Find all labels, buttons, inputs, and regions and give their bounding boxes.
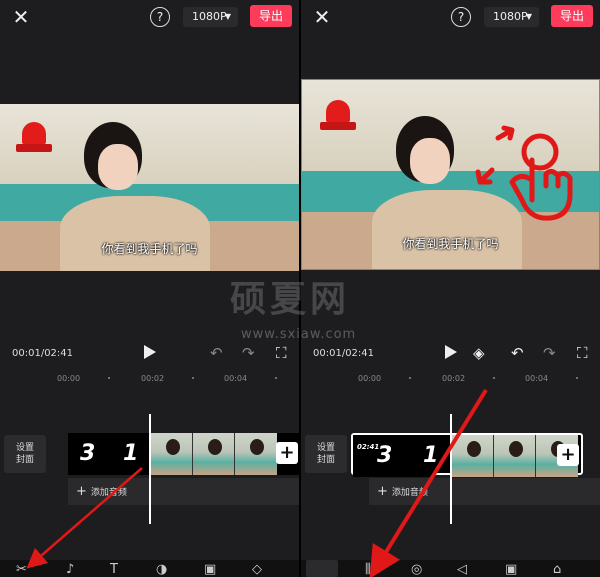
fullscreen-icon[interactable]: ⛶: [276, 344, 287, 362]
time-ruler: 00:00 00:02 00:04: [301, 372, 600, 390]
caret-down-icon: ▼: [224, 12, 231, 21]
clip-duration: 02:41: [357, 443, 380, 451]
add-audio-label: 添加音频: [391, 488, 428, 498]
cover-label: 设置 封面: [15, 443, 34, 465]
sticker-icon[interactable]: ◑: [156, 562, 167, 577]
export-button[interactable]: 导出: [250, 5, 292, 27]
add-audio-button[interactable]: + 添加音频: [369, 478, 600, 505]
speed-icon[interactable]: ◎: [411, 562, 422, 577]
close-icon[interactable]: ✕: [10, 6, 32, 28]
ruler-mark: 00:02: [442, 374, 466, 383]
playback-time: 00:01/02:41: [313, 348, 375, 359]
clip-thumbnail: [493, 435, 536, 477]
clip-thumbnail: [451, 435, 494, 477]
add-audio-button[interactable]: + 添加音频: [68, 478, 299, 505]
playhead[interactable]: [149, 414, 151, 524]
time-ruler: 00:00 00:02 00:04: [0, 372, 299, 390]
set-cover-button[interactable]: 设置 封面: [4, 435, 46, 473]
export-button[interactable]: 导出: [551, 5, 593, 27]
video-preview[interactable]: 你看到我手机了吗: [301, 79, 600, 270]
count-digit: 1: [423, 443, 439, 468]
count-digit: 3: [377, 443, 393, 468]
video-subtitle: 你看到我手机了吗: [402, 237, 499, 251]
girl-figure: [60, 196, 210, 271]
ruler-mark: 00:00: [358, 374, 382, 383]
playhead[interactable]: [450, 414, 452, 524]
caret-down-icon: ▼: [525, 12, 532, 21]
animation-icon[interactable]: ▣: [505, 562, 517, 577]
playback-time: 00:01/02:41: [12, 348, 74, 359]
volume-icon[interactable]: ◁: [457, 562, 467, 577]
girl-face: [410, 138, 450, 184]
video-track-selected[interactable]: 02:41 3 1 +: [351, 433, 583, 477]
ruler-mark: 00:00: [57, 374, 81, 383]
resolution-dropdown[interactable]: 1080P ▼: [484, 7, 539, 27]
ruler-mark: 00:04: [224, 374, 248, 383]
text-icon[interactable]: T: [110, 562, 118, 577]
clip-thumbnail: [192, 433, 235, 475]
resolution-label: 1080P: [493, 10, 528, 23]
plus-icon: +: [377, 484, 388, 499]
resolution-dropdown[interactable]: 1080P ▼: [183, 7, 238, 27]
watermark-url: www.sxiaw.com: [241, 327, 357, 342]
effect-icon[interactable]: ▣: [204, 562, 216, 577]
keyframe-icon[interactable]: ◈: [473, 344, 485, 362]
add-clip-button[interactable]: +: [276, 442, 298, 464]
video-preview[interactable]: 你看到我手机了吗: [0, 104, 299, 271]
close-icon[interactable]: ✕: [311, 6, 333, 28]
delete-icon[interactable]: ⌂: [553, 562, 561, 577]
redo-icon[interactable]: ↷: [242, 344, 255, 362]
countdown-clip[interactable]: 3 1: [68, 433, 150, 475]
audio-icon[interactable]: ♪: [66, 562, 74, 577]
set-cover-button[interactable]: 设置 封面: [305, 435, 347, 473]
bottom-toolbar: ✂ ♪ T ◑ ▣ ◇: [0, 560, 299, 577]
clip-thumbnail: [150, 433, 193, 475]
ruler-mark: 00:02: [141, 374, 165, 383]
undo-icon[interactable]: ↶: [210, 344, 223, 362]
help-icon[interactable]: ?: [150, 7, 170, 27]
count-digit: 1: [123, 441, 139, 466]
watermark-logo: 硕夏网: [230, 279, 351, 320]
girl-face: [98, 144, 138, 190]
filter-icon[interactable]: ◇: [252, 562, 262, 577]
siren-icon: [320, 100, 356, 132]
ruler-mark: 00:04: [525, 374, 549, 383]
video-subtitle: 你看到我手机了吗: [101, 242, 198, 256]
count-digit: 3: [80, 441, 96, 466]
bottom-toolbar: ⫼ ◎ ◁ ▣ ⌂: [301, 560, 600, 577]
fullscreen-icon[interactable]: ⛶: [577, 344, 588, 362]
add-audio-label: 添加音频: [90, 488, 127, 498]
undo-icon[interactable]: ↶: [511, 344, 524, 362]
tap-hand-icon: [475, 125, 573, 221]
redo-icon[interactable]: ↷: [543, 344, 556, 362]
add-clip-button[interactable]: +: [557, 444, 579, 466]
plus-icon: +: [76, 484, 87, 499]
split-icon[interactable]: ⫼: [365, 562, 371, 577]
play-icon[interactable]: [445, 345, 457, 359]
play-icon[interactable]: [144, 345, 156, 359]
selected-tool-highlight: [306, 560, 338, 577]
resolution-label: 1080P: [192, 10, 227, 23]
siren-icon: [16, 122, 52, 154]
video-track[interactable]: 3 1 +: [68, 433, 299, 475]
countdown-clip[interactable]: 02:41 3 1: [353, 435, 439, 477]
clip-thumbnail: [234, 433, 277, 475]
cover-label: 设置 封面: [316, 443, 335, 465]
cut-icon[interactable]: ✂: [16, 562, 27, 577]
help-icon[interactable]: ?: [451, 7, 471, 27]
